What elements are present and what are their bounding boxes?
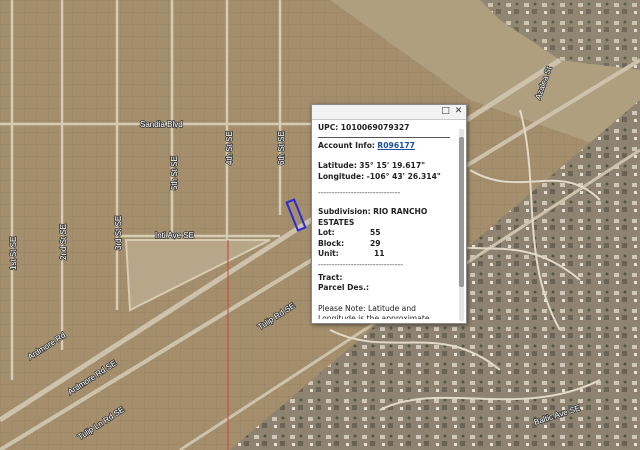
street-label: 2nd St SE bbox=[59, 224, 68, 260]
unit-value: 11 bbox=[374, 249, 385, 259]
upc-label: UPC: bbox=[318, 123, 339, 132]
unit-row: Unit: 11 bbox=[318, 249, 450, 260]
subdivision-label: Subdivision: bbox=[318, 206, 371, 216]
account-line: Account Info: R096177 bbox=[318, 141, 450, 152]
upc-line: UPC: 1010069079327 bbox=[318, 123, 450, 134]
popup-scrollbar[interactable] bbox=[459, 129, 464, 321]
account-link[interactable]: R096177 bbox=[377, 141, 415, 150]
subdivision-line: Subdivision: RIO RANCHO ESTATES bbox=[318, 207, 450, 228]
street-label: 1st St SE bbox=[9, 237, 18, 270]
close-icon[interactable]: ✕ bbox=[453, 106, 464, 117]
lot-row: Lot: 55 bbox=[318, 228, 450, 239]
street-label: Sandia Blvd bbox=[140, 120, 183, 129]
longitude-label: Longitude: bbox=[318, 171, 365, 181]
block-label: Block: bbox=[318, 238, 345, 248]
upc-value: 1010069079327 bbox=[340, 123, 410, 132]
account-label: Account Info: bbox=[318, 140, 375, 150]
maximize-icon[interactable]: □ bbox=[440, 106, 451, 117]
block-row: Block: 29 bbox=[318, 239, 450, 250]
longitude-value: -106° 43' 26.314" bbox=[366, 171, 441, 181]
block-value: 29 bbox=[370, 238, 381, 248]
scrollbar-thumb[interactable] bbox=[459, 137, 464, 287]
longitude-line: Longitude: -106° 43' 26.314" bbox=[318, 172, 450, 183]
separator: ------------------------------- bbox=[318, 259, 403, 269]
street-label: 6th St SE bbox=[277, 131, 286, 165]
location-note: Please Note: Latitude and Longitude is t… bbox=[318, 303, 430, 319]
lot-label: Lot: bbox=[318, 228, 335, 238]
street-label: 3rd St SE bbox=[114, 216, 123, 250]
divider bbox=[318, 136, 450, 138]
latitude-value: 35° 15' 19.617" bbox=[359, 161, 426, 171]
parcel-label: Parcel Des.: bbox=[318, 283, 370, 293]
separator: ------------------------------ bbox=[318, 188, 401, 198]
street-label: Inti Ave SE bbox=[155, 231, 194, 240]
latitude-label: Latitude: bbox=[318, 161, 357, 171]
unit-label: Unit: bbox=[318, 249, 339, 259]
popup-titlebar: □ ✕ bbox=[312, 105, 466, 120]
parcel-info-popup[interactable]: □ ✕ UPC: 1010069079327 Account Info: R09… bbox=[311, 104, 467, 324]
popup-content: UPC: 1010069079327 Account Info: R096177… bbox=[318, 123, 450, 319]
latitude-line: Latitude: 35° 15' 19.617" bbox=[318, 161, 450, 172]
lot-value: 55 bbox=[370, 228, 381, 238]
street-label: 5th St SE bbox=[170, 156, 179, 190]
street-label: 4th St SE bbox=[225, 131, 234, 165]
tract-label: Tract: bbox=[318, 272, 343, 282]
